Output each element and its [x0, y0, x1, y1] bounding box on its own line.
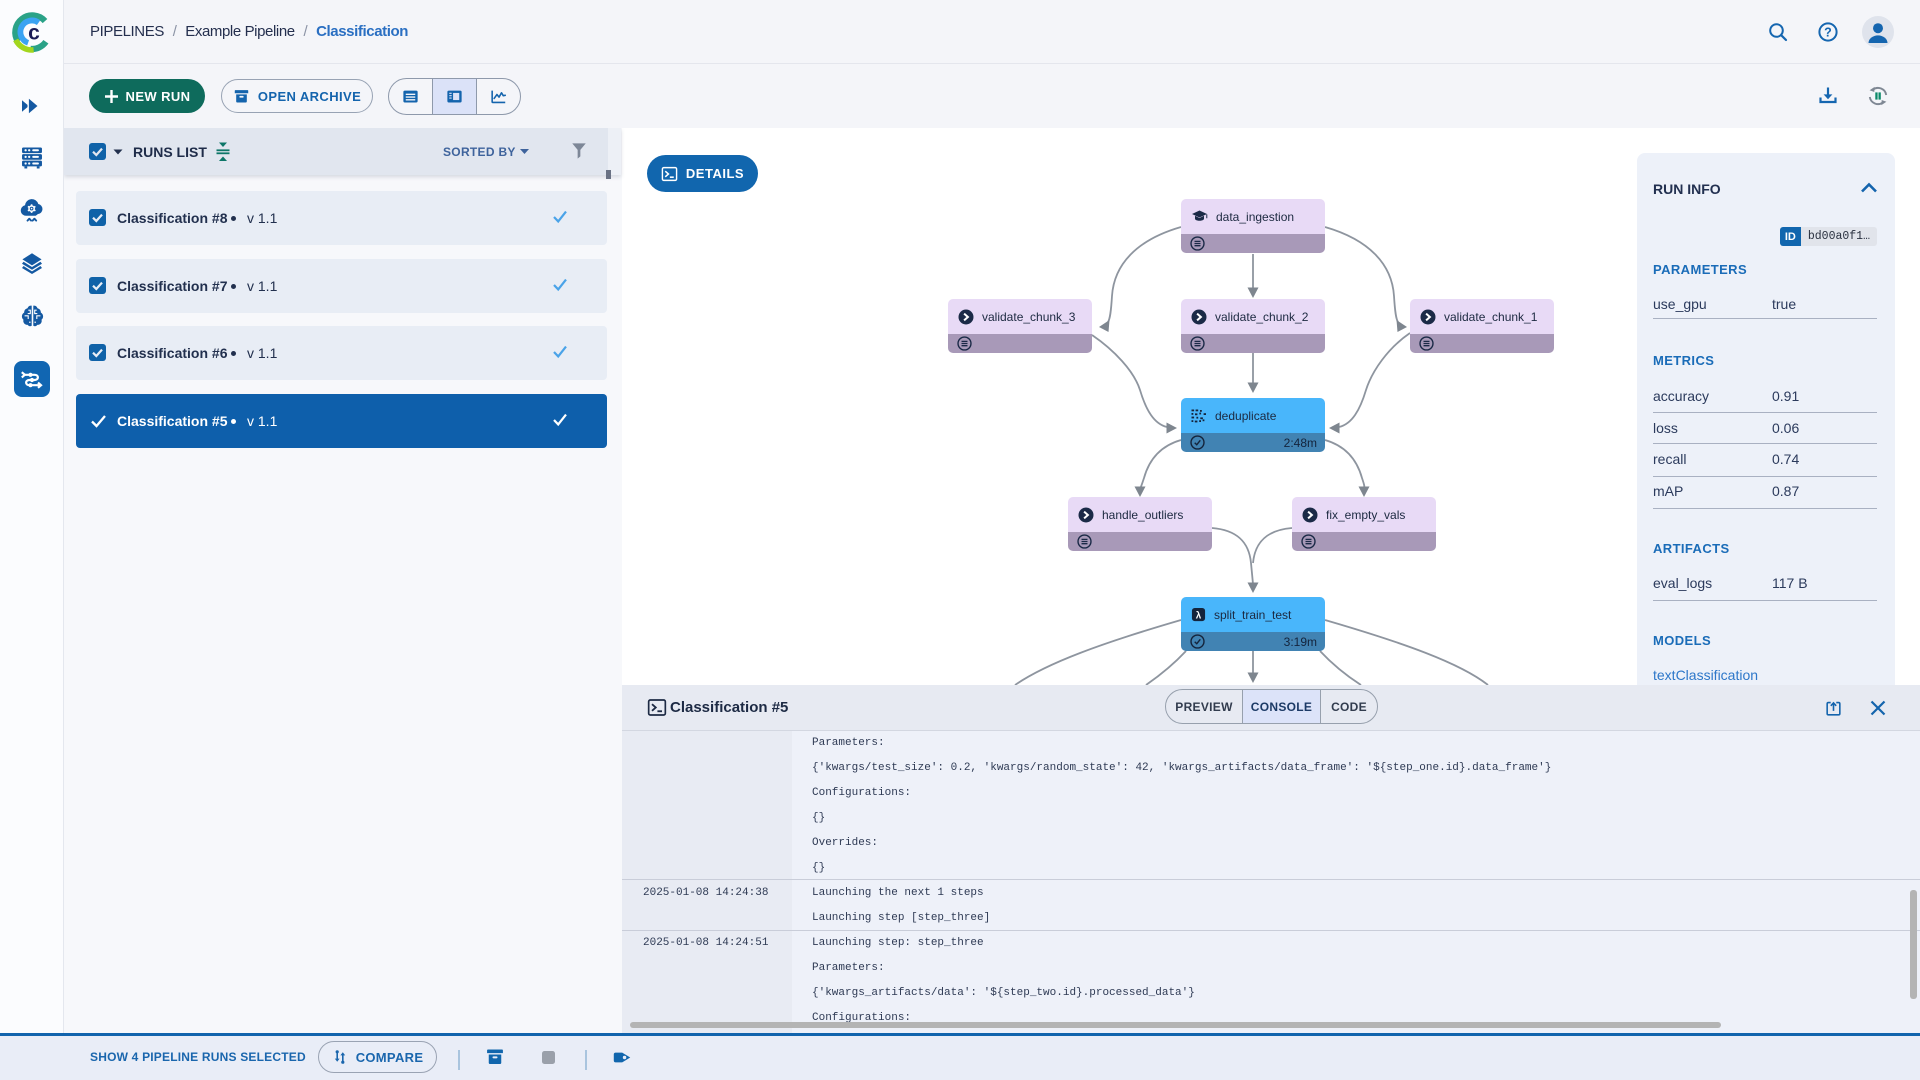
- svg-text:λ: λ: [1196, 610, 1202, 621]
- svg-text:c: c: [28, 22, 40, 45]
- svg-text:?: ?: [1824, 25, 1832, 39]
